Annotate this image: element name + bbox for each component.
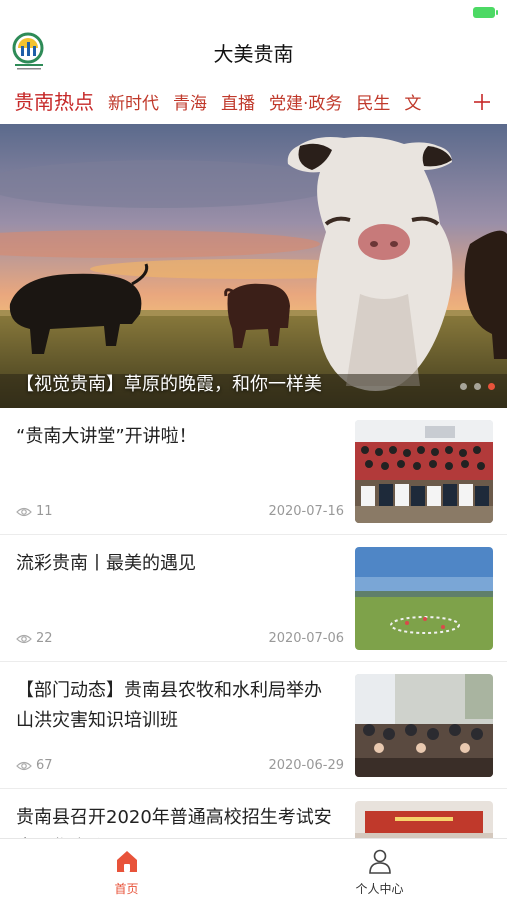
tab-profile[interactable]: 个人中心 bbox=[253, 839, 506, 900]
publish-date: 2020-07-06 bbox=[268, 631, 344, 646]
channel-tab-hot[interactable]: 贵南热点 bbox=[14, 82, 94, 122]
view-count-value: 67 bbox=[36, 758, 53, 773]
news-item[interactable]: “贵南大讲堂”开讲啦！ 11 2020-07-16 bbox=[0, 408, 507, 535]
channel-tab-party-affairs[interactable]: 党建·政务 bbox=[269, 84, 342, 122]
channel-fade bbox=[441, 82, 461, 122]
news-item[interactable]: 流彩贵南丨最美的遇见 22 2020-07-06 bbox=[0, 535, 507, 662]
news-thumbnail[interactable] bbox=[355, 547, 493, 650]
eye-icon bbox=[16, 634, 32, 643]
plus-icon[interactable] bbox=[471, 91, 493, 113]
battery-icon bbox=[473, 7, 498, 18]
page-title: 大美贵南 bbox=[213, 42, 294, 66]
eye-icon bbox=[16, 507, 32, 516]
banner-image bbox=[0, 124, 507, 408]
view-count-value: 11 bbox=[36, 504, 53, 519]
status-bar bbox=[0, 0, 507, 24]
banner-caption[interactable]: 【视觉贵南】草原的晚霞，和你一样美 bbox=[16, 370, 322, 396]
view-count: 67 bbox=[16, 758, 53, 773]
publish-date: 2020-07-16 bbox=[268, 504, 344, 519]
publish-date: 2020-06-29 bbox=[268, 758, 344, 773]
view-count-value: 22 bbox=[36, 631, 53, 646]
carousel-dot[interactable] bbox=[460, 383, 467, 390]
carousel-dot-active[interactable] bbox=[488, 383, 495, 390]
tab-home-label: 首页 bbox=[114, 882, 139, 896]
news-title[interactable]: 流彩贵南丨最美的遇见 bbox=[16, 549, 338, 579]
view-count: 22 bbox=[16, 631, 53, 646]
tab-home[interactable]: 首页 bbox=[0, 839, 253, 900]
bottom-tab-bar: 首页 个人中心 bbox=[0, 838, 507, 900]
view-count: 11 bbox=[16, 504, 53, 519]
news-item[interactable]: 【部门动态】贵南县农牧和水利局举办山洪灾害知识培训班 67 2020-06-29 bbox=[0, 662, 507, 789]
news-thumbnail[interactable] bbox=[355, 420, 493, 523]
channel-list: 贵南热点 新时代 青海 直播 党建·政务 民生文 bbox=[14, 82, 461, 122]
carousel-dot[interactable] bbox=[474, 383, 481, 390]
channel-tab-culture[interactable]: 文 bbox=[404, 84, 421, 122]
banner-carousel[interactable]: 【视觉贵南】草原的晚霞，和你一样美 bbox=[0, 124, 507, 408]
channel-tab-qinghai[interactable]: 青海 bbox=[173, 84, 207, 122]
carousel-indicator bbox=[453, 375, 495, 394]
eye-icon bbox=[16, 761, 32, 770]
user-icon bbox=[368, 849, 391, 874]
channel-tab-new-era[interactable]: 新时代 bbox=[108, 84, 159, 122]
tab-profile-label: 个人中心 bbox=[355, 882, 404, 896]
home-icon bbox=[116, 851, 137, 872]
channel-tab-live[interactable]: 直播 bbox=[221, 84, 255, 122]
channel-tab-livelihood[interactable]: 民生 bbox=[356, 84, 390, 122]
news-title[interactable]: 【部门动态】贵南县农牧和水利局举办山洪灾害知识培训班 bbox=[16, 676, 338, 736]
news-title[interactable]: “贵南大讲堂”开讲啦！ bbox=[16, 422, 338, 452]
news-thumbnail[interactable] bbox=[355, 674, 493, 777]
app-header: 大美贵南 bbox=[0, 24, 507, 82]
channel-bar: 贵南热点 新时代 青海 直播 党建·政务 民生文 bbox=[0, 82, 507, 122]
